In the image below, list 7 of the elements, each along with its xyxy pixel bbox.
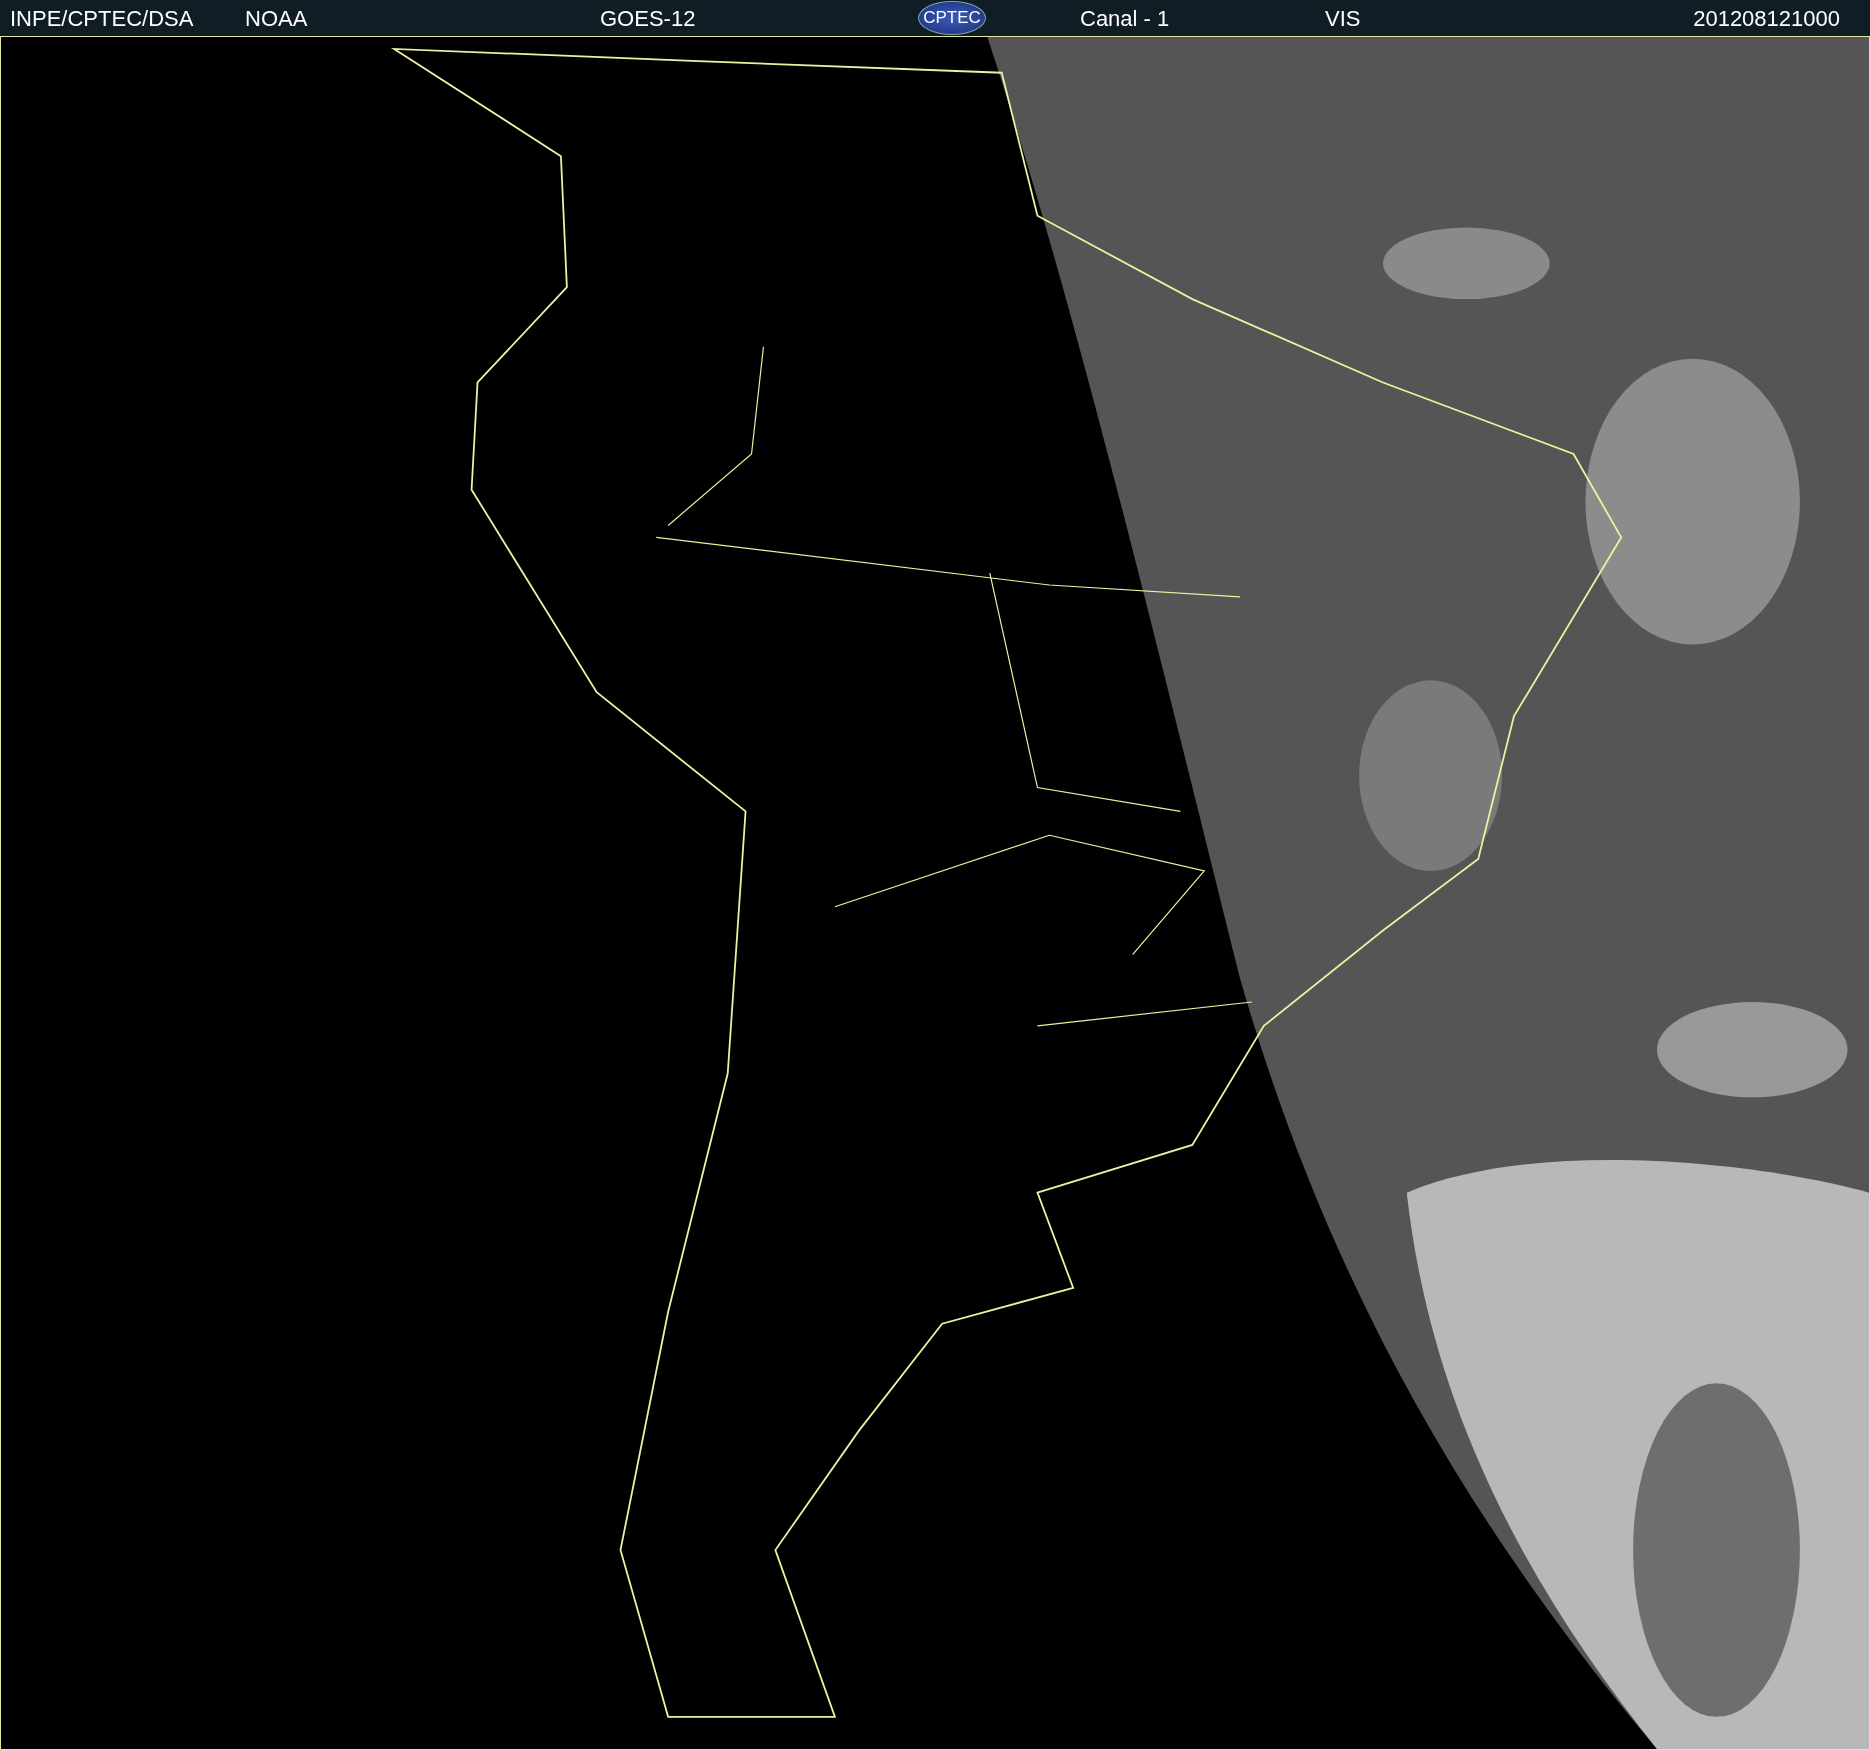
header-label: NOAA xyxy=(245,4,309,33)
header-label: INPE/CPTEC/DSA xyxy=(10,4,195,33)
header-label: GOES-12 xyxy=(600,4,697,33)
header-label: Canal - 1 xyxy=(1080,4,1171,33)
header-label: 201208121000 xyxy=(1693,4,1840,33)
logo: CPTEC xyxy=(918,1,986,35)
header-label: VIS xyxy=(1325,4,1362,33)
